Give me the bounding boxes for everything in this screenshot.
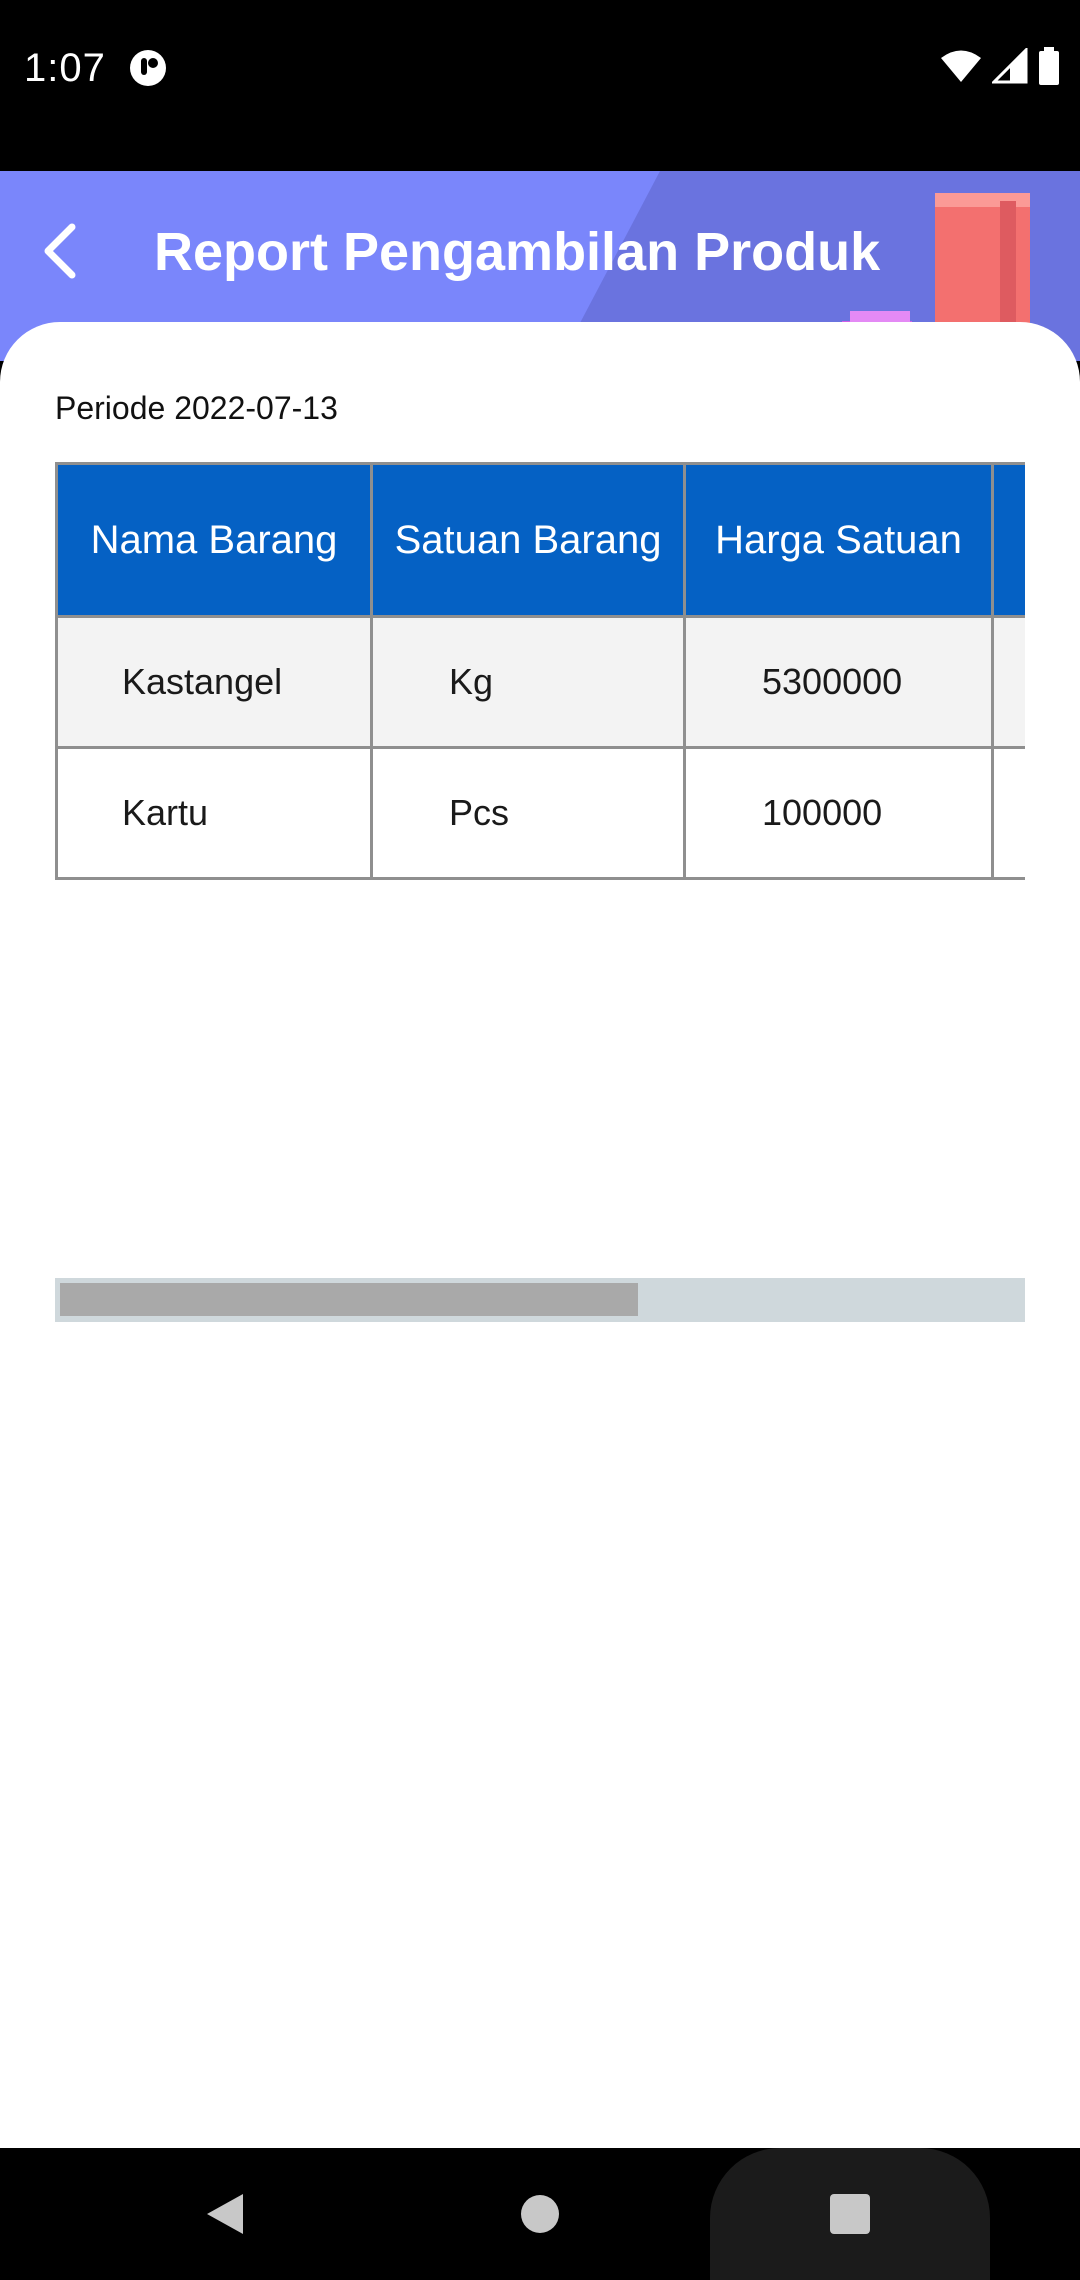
battery-icon xyxy=(1038,46,1060,90)
cell-harga-satuan: 100000 xyxy=(683,746,994,880)
status-bar: 1:07 xyxy=(0,0,1080,171)
report-table: Nama Barang Satuan Barang Harga Satuan K… xyxy=(55,462,1025,880)
status-time: 1:07 xyxy=(24,46,106,90)
report-table-scroll-area[interactable]: Nama Barang Satuan Barang Harga Satuan K… xyxy=(55,462,1025,882)
cellular-signal-icon xyxy=(990,45,1028,89)
scrollbar-thumb[interactable] xyxy=(60,1283,638,1316)
nav-back-button[interactable] xyxy=(175,2148,275,2280)
back-triangle-icon xyxy=(207,2194,243,2234)
table-row: Kartu Pcs 100000 xyxy=(55,746,1025,880)
column-header-harga-satuan: Harga Satuan xyxy=(683,462,994,618)
table-row: Kastangel Kg 5300000 xyxy=(55,615,1025,749)
nav-home-button[interactable] xyxy=(490,2148,590,2280)
column-header-extra xyxy=(991,462,1025,618)
cell-nama-barang: Kartu xyxy=(55,746,373,880)
system-nav-bar xyxy=(0,2148,1080,2280)
column-header-satuan-barang: Satuan Barang xyxy=(370,462,686,618)
cell-satuan-barang: Pcs xyxy=(370,746,686,880)
table-header-row: Nama Barang Satuan Barang Harga Satuan xyxy=(55,462,1025,618)
screen: 1:07 Report Pengambilan Produk Periode 2… xyxy=(0,0,1080,2280)
report-content: Periode 2022-07-13 Nama Barang Satuan Ba… xyxy=(0,322,1080,2148)
home-circle-icon xyxy=(521,2195,559,2233)
horizontal-scrollbar[interactable] xyxy=(55,1278,1025,1322)
back-button[interactable] xyxy=(30,216,90,286)
cell-extra xyxy=(991,746,1025,880)
cell-nama-barang: Kastangel xyxy=(55,615,373,749)
cell-extra xyxy=(991,615,1025,749)
chevron-left-icon xyxy=(44,223,76,279)
status-icons xyxy=(940,45,1060,90)
periode-label: Periode 2022-07-13 xyxy=(55,390,338,426)
notification-app-icon xyxy=(128,48,168,88)
column-header-nama-barang: Nama Barang xyxy=(55,462,373,618)
nav-recents-button[interactable] xyxy=(710,2148,990,2280)
wifi-icon xyxy=(940,49,982,88)
recents-square-icon xyxy=(830,2194,870,2234)
cell-harga-satuan: 5300000 xyxy=(683,615,994,749)
cell-satuan-barang: Kg xyxy=(370,615,686,749)
page-title: Report Pengambilan Produk xyxy=(154,222,881,282)
